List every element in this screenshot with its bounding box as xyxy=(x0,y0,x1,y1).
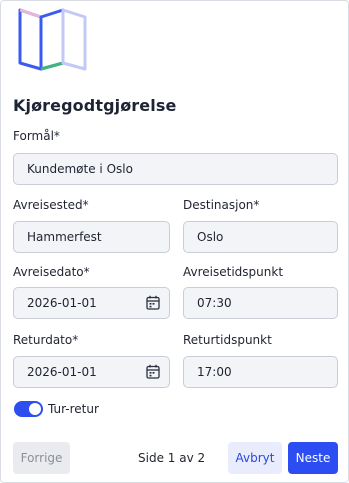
departure-time-input[interactable] xyxy=(183,287,338,319)
return-time-label: Returtidspunkt xyxy=(183,333,272,347)
purpose-label: Formål* xyxy=(13,129,60,143)
departure-date-field[interactable] xyxy=(13,287,170,319)
form-card: Kjøregodtgjørelse Formål* Avreisested* D… xyxy=(0,0,349,483)
next-button[interactable]: Neste xyxy=(288,442,338,474)
calendar-icon[interactable] xyxy=(146,295,160,310)
round-trip-label: Tur-retur xyxy=(48,402,99,416)
previous-button[interactable]: Forrige xyxy=(13,442,70,474)
cancel-button[interactable]: Avbryt xyxy=(228,442,282,474)
round-trip-toggle[interactable] xyxy=(14,401,43,417)
departure-time-label: Avreisetidspunkt xyxy=(183,265,284,279)
form-title: Kjøregodtgjørelse xyxy=(13,96,177,115)
page-indicator: Side 1 av 2 xyxy=(138,451,206,465)
purpose-input[interactable] xyxy=(13,153,338,185)
toggle-knob xyxy=(29,403,41,415)
departure-place-input[interactable] xyxy=(13,221,170,253)
departure-date-label: Avreisedato* xyxy=(13,265,90,279)
return-date-label: Returdato* xyxy=(13,333,79,347)
return-date-field[interactable] xyxy=(13,356,170,388)
destination-label: Destinasjon* xyxy=(183,198,260,212)
return-time-input[interactable] xyxy=(183,356,338,388)
departure-place-label: Avreisested* xyxy=(13,198,89,212)
calendar-icon[interactable] xyxy=(146,364,160,379)
destination-input[interactable] xyxy=(183,221,338,253)
map-logo-icon xyxy=(18,8,87,71)
